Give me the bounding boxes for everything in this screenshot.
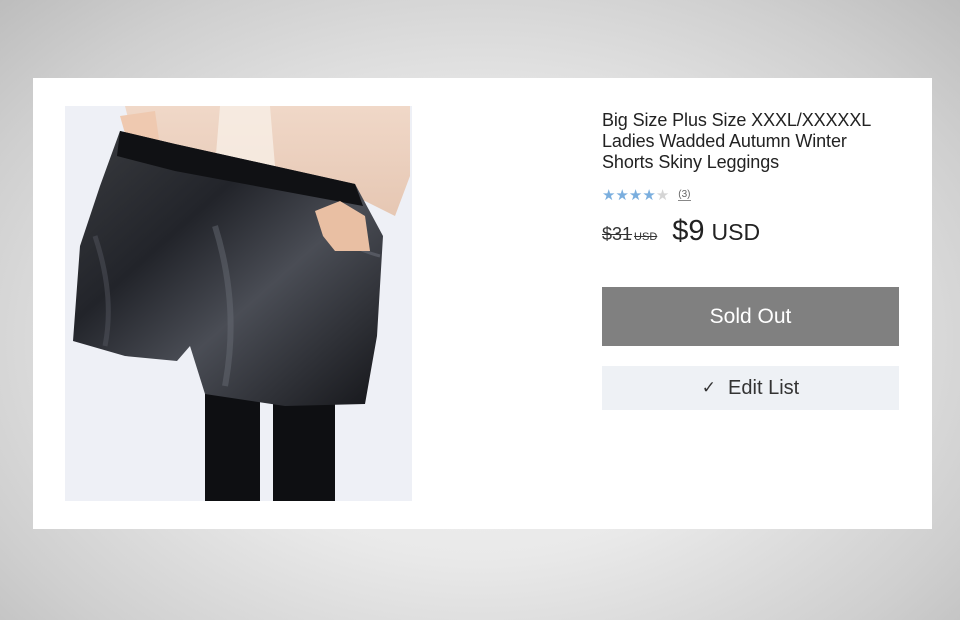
sold-out-button[interactable]: Sold Out [602, 287, 899, 346]
edit-list-button[interactable]: ✓ Edit List [602, 366, 899, 410]
product-image[interactable] [65, 106, 412, 501]
star-filled-icon: ★ [615, 186, 629, 204]
review-count-link[interactable]: (3) [678, 189, 691, 201]
sale-price: $9 [672, 215, 705, 247]
check-icon: ✓ [701, 378, 717, 397]
product-title: Big Size Plus Size XXXL/XXXXXL Ladies Wa… [602, 110, 871, 172]
shorts-photo-illustration [65, 106, 412, 501]
price-row: $31 USD $9 USD [602, 215, 902, 248]
star-empty-icon: ★ [655, 186, 670, 204]
product-card: Big Size Plus Size XXXL/XXXXXL Ladies Wa… [33, 78, 932, 529]
star-rating: ★ ★ ★ ★ ★ [602, 188, 669, 203]
rating: ★ ★ ★ ★ ★ (3) [602, 187, 902, 203]
star-filled-icon: ★ [602, 186, 616, 204]
edit-list-label: Edit List [728, 376, 800, 399]
product-details: Big Size Plus Size XXXL/XXXXXL Ladies Wa… [602, 110, 902, 410]
star-filled-icon: ★ [628, 186, 643, 204]
sold-out-label: Sold Out [709, 304, 792, 328]
original-price-currency: USD [634, 231, 658, 243]
star-filled-icon: ★ [642, 186, 656, 204]
sale-price-currency: USD [711, 219, 761, 245]
original-price: $31 [602, 224, 633, 244]
